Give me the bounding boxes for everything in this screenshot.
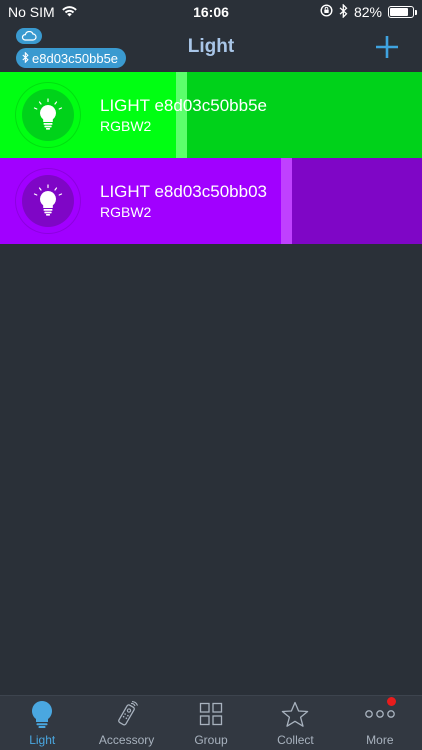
plus-icon [376,36,398,58]
add-device-button[interactable] [374,34,400,60]
battery-icon [388,6,417,18]
lightbulb-icon [27,699,57,729]
tab-label: Light [29,733,56,747]
status-right: 82% [320,2,417,21]
tab-collect[interactable]: Collect [253,696,337,750]
tab-group[interactable]: Group [169,696,253,750]
grid-icon [196,699,226,729]
brightness-divider[interactable] [281,158,292,244]
device-name: LIGHT e8d03c50bb03 [100,182,267,201]
carrier-label: No SIM [8,4,55,20]
status-left: No SIM [8,4,78,20]
star-icon [280,699,310,729]
device-type: RGBW2 [100,118,152,134]
tab-label: Group [194,733,228,747]
orientation-lock-icon [320,4,333,20]
tab-label: Collect [277,733,314,747]
bluetooth-icon [339,2,348,21]
bulb-inner [22,89,74,141]
device-name: LIGHT e8d03c50bb5e [100,96,267,115]
battery-percent: 82% [353,4,382,20]
device-row-light-e8d03c50bb5e[interactable]: LIGHT e8d03c50bb5e RGBW2 [0,72,422,158]
tab-label: More [366,733,394,747]
nav-bar: e8d03c50bb5e Light [0,24,422,72]
device-row-light-e8d03c50bb03[interactable]: LIGHT e8d03c50bb03 RGBW2 [0,158,422,244]
page-title: Light [187,36,235,57]
tab-bar: Light Accessory Group Collect More [0,695,422,750]
lightbulb-icon [33,184,63,216]
more-icon [364,697,396,729]
tab-label: Accessory [98,733,155,747]
tab-more[interactable]: More [338,696,422,750]
bulb-button[interactable] [16,83,80,147]
tab-accessory[interactable]: Accessory [84,696,168,750]
brightness-overlay [292,158,422,244]
status-bar: No SIM 16:06 82% [0,0,422,24]
lightbulb-icon [33,98,63,130]
device-info: LIGHT e8d03c50bb5e RGBW2 [100,95,267,135]
device-list: LIGHT e8d03c50bb5e RGBW2 LIGHT e8d03c50b… [0,72,422,244]
remote-icon [112,699,142,729]
notification-badge [386,697,396,706]
battery-fill [390,8,409,16]
device-info: LIGHT e8d03c50bb03 RGBW2 [100,181,267,221]
bulb-inner [22,175,74,227]
wifi-icon [61,4,78,20]
bulb-button[interactable] [16,169,80,233]
tab-light[interactable]: Light [0,696,84,750]
device-type: RGBW2 [100,204,152,220]
